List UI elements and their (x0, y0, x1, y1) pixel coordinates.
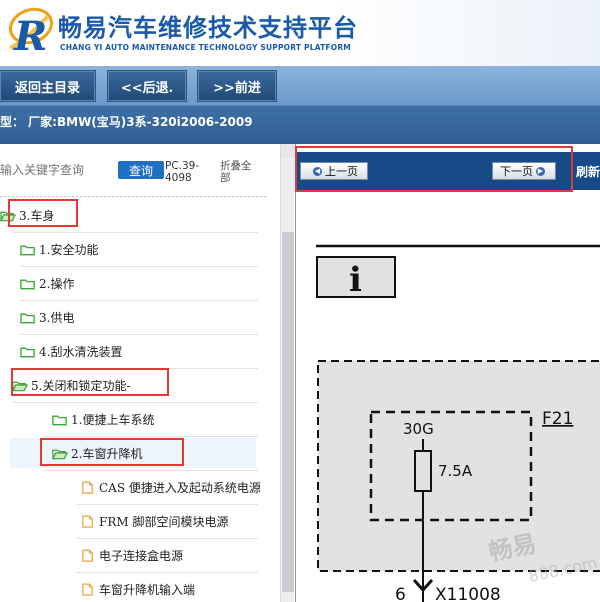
refresh-button[interactable]: 刷新 (576, 163, 600, 180)
row-divider (20, 334, 258, 335)
tree-item-label: 2.操作 (39, 276, 75, 291)
row-divider (20, 300, 258, 301)
tree-item[interactable]: 4.刮水清洗装置 (20, 336, 122, 366)
document-icon (82, 583, 93, 596)
tree-item[interactable]: 3.供电 (20, 302, 74, 332)
tree-item[interactable]: 1.安全功能 (20, 234, 98, 264)
pc-code: PC.39-4098 (165, 160, 200, 184)
row-divider (76, 504, 258, 505)
search-input[interactable] (0, 152, 112, 188)
tree-item-label: 3.供电 (39, 310, 75, 325)
highlight-box (11, 368, 169, 396)
info-symbol: i (349, 260, 362, 300)
row-divider (76, 572, 258, 573)
tree-item-label: 4.刮水清洗装置 (39, 344, 123, 359)
document-icon (82, 515, 93, 528)
nav-toolbar: 返回主目录 <<后退. >>前进 (0, 66, 600, 106)
tree-item-label: 1.便捷上车系统 (71, 412, 155, 427)
logo-icon: R (9, 7, 53, 58)
search-row: 查询 PC.39-4098 折叠全部 (0, 144, 280, 200)
tree-item-label: CAS 便捷进入及起动系统电源 (99, 480, 261, 495)
content-panel: ◀ 上一页 下一页 ▶ 刷新 i F21 30G 7.5A 6 X11008 (295, 144, 600, 602)
app-header: R 畅易汽车维修技术支持平台 CHANG YI AUTO MAINTENANCE… (0, 0, 600, 66)
tree-scrollbar[interactable] (280, 144, 295, 602)
fuse-block-label: F21 (542, 409, 573, 429)
scroll-thumb[interactable] (282, 232, 294, 592)
tree-item[interactable]: FRM 脚部空间模块电源 (80, 506, 228, 536)
document-icon (82, 481, 93, 494)
row-divider (20, 266, 258, 267)
forward-button[interactable]: >>前进 (197, 70, 277, 102)
fuse-symbol (414, 450, 432, 492)
row-divider (44, 436, 258, 437)
tree-item[interactable]: 2.操作 (20, 268, 74, 298)
highlight-box (40, 438, 184, 466)
wiring-diagram: i F21 30G 7.5A 6 X11008 (316, 244, 600, 602)
back-button[interactable]: <<后退. (107, 70, 187, 102)
tree-item-label: 1.安全功能 (39, 242, 99, 257)
tree-item-label: 电子连接盒电源 (99, 548, 184, 563)
vehicle-info-bar: 车型： 厂家:BMW(宝马)3系-320i2006-2009 (0, 106, 600, 144)
highlight-box (8, 199, 78, 227)
folder-icon (20, 347, 35, 357)
home-button[interactable]: 返回主目录 (0, 70, 96, 102)
search-button[interactable]: 查询 (118, 161, 164, 179)
row-divider (44, 470, 258, 471)
terminal-label: 30G (403, 420, 434, 438)
tree-item-label: 车窗升降机输入端 (99, 582, 196, 597)
connector-label: X11008 (435, 585, 501, 602)
document-icon (82, 549, 93, 562)
row-divider (12, 402, 258, 403)
app-subtitle: CHANG YI AUTO MAINTENANCE TECHNOLOGY SUP… (60, 43, 351, 52)
app-title: 畅易汽车维修技术支持平台 (58, 14, 358, 42)
fuse-rating: 7.5A (438, 462, 473, 480)
vehicle-model: 车型： 厂家:BMW(宝马)3系-320i2006-2009 (0, 115, 253, 129)
tree-item[interactable]: CAS 便捷进入及起动系统电源 (80, 472, 261, 502)
folder-icon (20, 245, 35, 255)
folder-icon (20, 313, 35, 323)
tree-item[interactable]: 电子连接盒电源 (80, 540, 183, 570)
row-divider (76, 538, 258, 539)
highlight-box (295, 146, 573, 192)
pin-number: 6 (395, 585, 406, 602)
divider (0, 196, 268, 197)
tree-item[interactable]: 1.便捷上车系统 (52, 404, 154, 434)
collapse-all-link[interactable]: 折叠全部 (220, 160, 260, 184)
svg-text:R: R (13, 13, 47, 58)
folder-icon (20, 279, 35, 289)
tree-item[interactable]: 车窗升降机输入端 (80, 574, 195, 602)
scroll-up-arrow[interactable] (281, 144, 295, 158)
tree-item-label: FRM 脚部空间模块电源 (99, 514, 229, 529)
folder-icon (52, 415, 67, 425)
row-divider (12, 232, 258, 233)
